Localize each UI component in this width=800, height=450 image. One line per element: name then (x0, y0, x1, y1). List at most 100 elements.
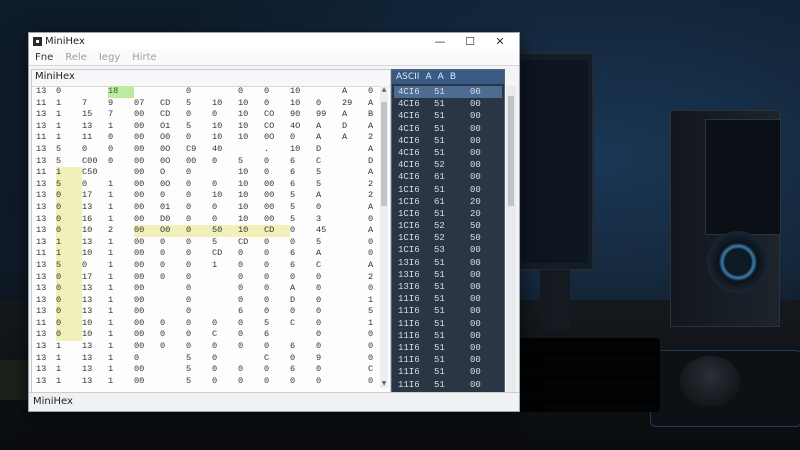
hex-cell[interactable]: 5 (186, 98, 212, 110)
hex-row[interactable]: 131131050C090A (36, 353, 376, 365)
hex-cell[interactable] (212, 283, 238, 295)
hex-cell[interactable] (342, 295, 368, 307)
hex-cell[interactable]: 50 (212, 225, 238, 237)
hex-cell[interactable]: 0 (290, 237, 316, 249)
hex-cell[interactable]: 0 (160, 318, 186, 330)
ascii-cell[interactable]: 4CI6 (398, 171, 424, 183)
hex-cell[interactable]: 0 (56, 329, 82, 342)
hex-cell[interactable]: 0 (316, 329, 342, 341)
hex-cell[interactable] (238, 144, 264, 156)
hex-cell[interactable]: 0 (56, 283, 82, 295)
hex-cell[interactable]: 00 (134, 121, 160, 133)
ascii-cell[interactable]: 4CI6 (398, 147, 424, 159)
hex-row[interactable]: 1117907CD51010010029A0 (36, 98, 376, 110)
hex-cell[interactable]: 0 (290, 353, 316, 365)
hex-cell[interactable]: 0 (264, 341, 290, 353)
hex-cell[interactable]: 0 (160, 329, 186, 341)
hex-row[interactable]: 13113100500060C0 (36, 364, 376, 376)
hex-cell[interactable]: O (160, 167, 186, 179)
hex-row[interactable]: 130131000100100050A6 (36, 201, 376, 214)
hex-cell[interactable]: 0 (290, 387, 316, 388)
hex-cell[interactable] (342, 387, 368, 388)
hex-cell[interactable]: 5 (316, 237, 342, 249)
hex-cell[interactable]: 13 (82, 283, 108, 295)
hex-cell[interactable]: 0 (316, 283, 342, 295)
ascii-cell[interactable]: 13I6 (398, 257, 424, 269)
hex-cell[interactable]: 0 (368, 86, 376, 98)
hex-cell[interactable]: 6 (290, 167, 316, 179)
hex-cell[interactable]: 2 (368, 272, 376, 284)
hex-cell[interactable]: D (316, 144, 342, 156)
hex-cell[interactable]: 1 (56, 387, 82, 388)
ascii-cell[interactable]: 52 (434, 220, 460, 232)
hex-cell[interactable]: 0O (264, 132, 290, 144)
hex-cell[interactable]: 5 (186, 364, 212, 376)
scroll-thumb[interactable] (381, 102, 387, 206)
hex-cell[interactable]: 0 (186, 318, 212, 330)
hex-cell[interactable]: 1 (368, 318, 376, 330)
hex-cell[interactable]: 1 (108, 237, 134, 249)
hex-cell[interactable]: 0 (238, 318, 264, 330)
ascii-row[interactable]: 1CI65100CB13 (394, 184, 502, 196)
ascii-cell[interactable]: 51 (434, 293, 460, 305)
hex-cell[interactable]: CD (238, 237, 264, 249)
hex-cell[interactable]: C00 (82, 156, 108, 168)
hex-cell[interactable]: A (342, 132, 368, 144)
hex-cell[interactable]: 13 (36, 376, 56, 388)
hex-row[interactable]: 13113100O151010CO4OADA5 (36, 121, 376, 133)
hex-cell[interactable] (160, 376, 186, 388)
hex-cell[interactable]: A (368, 225, 376, 237)
hex-cell[interactable] (82, 86, 108, 98)
scroll-up-icon[interactable]: ▲ (380, 86, 388, 94)
hex-cell[interactable] (342, 260, 368, 272)
hex-cell[interactable]: D (342, 121, 368, 133)
hex-cell[interactable]: 00 (134, 179, 160, 191)
hex-cell[interactable] (342, 306, 368, 318)
hex-cell[interactable]: 00 (134, 364, 160, 376)
hex-cell[interactable]: 10 (82, 248, 108, 260)
hex-cell[interactable]: 0 (264, 376, 290, 388)
hex-cell[interactable]: 0 (264, 167, 290, 179)
hex-cell[interactable] (342, 353, 368, 365)
hex-cell[interactable]: 1 (108, 318, 134, 330)
hex-cell[interactable]: 1 (108, 387, 134, 388)
ascii-cell[interactable]: 11I6 (398, 354, 424, 366)
ascii-cell[interactable]: 51 (434, 208, 460, 220)
hex-cell[interactable]: 0 (212, 364, 238, 376)
hex-cell[interactable]: A (316, 248, 342, 260)
hex-cell[interactable]: 0 (238, 248, 264, 260)
hex-cell[interactable]: 1 (108, 376, 134, 388)
hex-cell[interactable]: D (368, 156, 376, 168)
hex-cell[interactable]: 2 (108, 225, 134, 237)
hex-cell[interactable]: 4O (290, 121, 316, 133)
hex-cell[interactable]: 00 (134, 190, 160, 202)
hex-cell[interactable]: 1 (108, 306, 134, 318)
hex-cell[interactable]: 0 (186, 341, 212, 353)
ascii-cell[interactable]: 61 (434, 171, 460, 183)
hex-row[interactable]: 13010200O005010CD045A6 (36, 225, 376, 237)
hex-cell[interactable]: 11 (36, 248, 56, 260)
hex-cell[interactable]: 0 (108, 132, 134, 144)
hex-cell[interactable] (160, 86, 186, 98)
hex-cell[interactable]: 29 (342, 98, 368, 110)
hex-cell[interactable]: 6 (290, 260, 316, 272)
hex-cell[interactable] (342, 248, 368, 260)
hex-cell[interactable]: 6 (290, 248, 316, 260)
hex-cell[interactable]: 0 (186, 132, 212, 144)
hex-cell[interactable]: 0 (264, 98, 290, 110)
ascii-cell[interactable]: 20 (470, 208, 498, 220)
hex-row[interactable]: 1301800010A06 (36, 86, 376, 98)
hex-cell[interactable]: 5 (186, 353, 212, 365)
hex-cell[interactable]: 00 (264, 202, 290, 214)
hex-row[interactable]: 13500000OC940.10DAA (36, 144, 376, 156)
hex-cell[interactable]: 13 (36, 237, 56, 249)
hex-cell[interactable]: A (368, 98, 376, 110)
ascii-row[interactable]: 13I65100CB13 (394, 257, 502, 269)
hex-cell[interactable]: 0 (264, 237, 290, 249)
hex-cell[interactable]: 13 (36, 156, 56, 168)
hex-cell[interactable]: 1 (108, 364, 134, 376)
hex-cell[interactable]: 99 (316, 109, 342, 121)
ascii-cell[interactable]: 51 (434, 305, 460, 317)
hex-cell[interactable]: 6 (264, 329, 290, 341)
hex-cell[interactable] (160, 306, 186, 318)
